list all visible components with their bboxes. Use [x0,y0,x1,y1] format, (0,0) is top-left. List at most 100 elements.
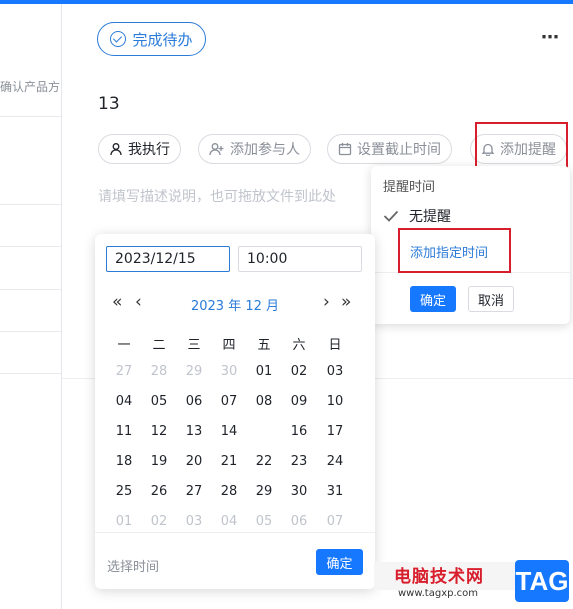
watermark-tag-logo: TAG [515,560,569,602]
calendar-day[interactable]: 01 [249,360,279,384]
calendar-day[interactable]: 13 [179,420,209,444]
calendar-day[interactable]: 14 [214,420,244,444]
reminder-highlight-box [475,122,568,172]
calendar-day[interactable]: 08 [249,390,279,414]
set-deadline-chip[interactable]: 设置截止时间 [327,134,452,164]
calendar-day-label: 29 [185,364,203,379]
calendar-day-label: 17 [326,424,344,439]
calendar-day[interactable]: 05 [144,390,174,414]
calendar-day-label: 19 [150,454,168,469]
description-input[interactable]: 请填写描述说明，也可拖放文件到此处 [98,186,336,206]
add-participant-label: 添加参与人 [230,142,300,158]
calendar-day-label: 24 [326,454,344,469]
complete-todo-button[interactable]: 完成待办 [97,22,206,56]
calendar-day[interactable]: 26 [144,480,174,504]
calendar-day[interactable]: 01 [109,510,139,534]
calendar-day-label: 18 [115,454,133,469]
calendar-day[interactable]: 23 [284,450,314,474]
calendar-day[interactable]: 18 [109,450,139,474]
add-time-highlight-box [398,228,511,273]
weekday-header: 二 [152,338,166,353]
no-reminder-option[interactable]: 无提醒 [383,206,451,226]
select-time-link[interactable]: 选择时间 [107,556,159,575]
calendar-day[interactable]: 05 [249,510,279,534]
list-row-divider [0,204,62,205]
calendar-day-label: 03 [326,364,344,379]
task-title[interactable]: 13 [98,94,120,114]
calendar-day-label: 29 [255,484,273,499]
calendar-day[interactable]: 06 [284,510,314,534]
calendar-day[interactable]: 02 [284,360,314,384]
calendar-day[interactable]: 03 [320,360,350,384]
date-picker-popup: 2023/12/15 10:00 « ‹ 2023 年 12 月 › » 一二三… [95,234,375,589]
calendar-day[interactable]: 20 [179,450,209,474]
calendar-day[interactable]: 07 [320,510,350,534]
calendar-day-label: 06 [185,394,203,409]
calendar-day-label: 25 [115,484,133,499]
calendar-day[interactable]: 21 [214,450,244,474]
calendar-day-label: 06 [290,514,308,529]
calendar-day-label: 05 [255,514,273,529]
watermark-site-name: 电脑技术网 [394,567,484,587]
calendar-day[interactable]: 24 [320,450,350,474]
calendar-day[interactable]: 30 [214,360,244,384]
weekday-header: 一 [117,338,131,353]
calendar-day[interactable]: 30 [284,480,314,504]
calendar-day[interactable]: 11 [109,420,139,444]
calendar-day[interactable]: 22 [249,450,279,474]
calendar-day[interactable]: 28 [144,360,174,384]
calendar-day[interactable]: 04 [109,390,139,414]
calendar-day[interactable]: 03 [179,510,209,534]
calendar-day-label: 09 [290,394,308,409]
calendar-day-label: 11 [115,424,133,439]
calendar-day[interactable]: 29 [249,480,279,504]
calendar-day-selected[interactable]: 15 [249,420,279,444]
calendar-day-label: 01 [115,514,133,529]
list-row-divider [0,116,62,117]
calendar-day-label: 04 [115,394,133,409]
list-column-header: 确认产品方 [0,80,61,94]
calendar-day[interactable]: 25 [109,480,139,504]
calendar-day[interactable]: 10 [320,390,350,414]
calendar-day[interactable]: 12 [144,420,174,444]
calendar-day-label: 28 [220,484,238,499]
executor-chip[interactable]: 我执行 [98,134,181,164]
set-deadline-label: 设置截止时间 [357,142,441,158]
calendar-day[interactable]: 27 [179,480,209,504]
calendar-day-label: 21 [220,454,238,469]
calendar-day-label: 12 [150,424,168,439]
calendar-day-label: 07 [220,394,238,409]
calendar-day-label: 20 [185,454,203,469]
calendar-day[interactable]: 29 [179,360,209,384]
calendar-day-label: 02 [150,514,168,529]
calendar-day-label: 28 [150,364,168,379]
calendar-day[interactable]: 19 [144,450,174,474]
calendar-day-label: 03 [185,514,203,529]
month-year-label[interactable]: 2023 年 12 月 [95,295,375,314]
weekday-header: 六 [292,338,306,353]
calendar-day-label: 05 [150,394,168,409]
more-options-icon[interactable]: ⋯ [541,29,560,47]
date-input[interactable]: 2023/12/15 [106,246,230,272]
picker-footer-separator [95,532,375,533]
time-input[interactable]: 10:00 [238,246,362,272]
calendar-day[interactable]: 16 [284,420,314,444]
calendar-day[interactable]: 28 [214,480,244,504]
next-month-icon[interactable]: › [323,292,330,312]
weekday-header: 五 [257,338,271,353]
calendar-day-label: 02 [290,364,308,379]
calendar-day[interactable]: 09 [284,390,314,414]
reminder-cancel-button[interactable]: 取消 [468,286,514,312]
date-confirm-button[interactable]: 确定 [316,549,363,575]
reminder-confirm-button[interactable]: 确定 [410,286,456,312]
reminder-popup-title: 提醒时间 [383,180,436,195]
add-participant-chip[interactable]: 添加参与人 [198,134,311,164]
calendar-day[interactable]: 27 [109,360,139,384]
calendar-day[interactable]: 04 [214,510,244,534]
calendar-day[interactable]: 06 [179,390,209,414]
calendar-day[interactable]: 31 [320,480,350,504]
next-year-icon[interactable]: » [341,292,351,312]
calendar-day[interactable]: 02 [144,510,174,534]
calendar-day[interactable]: 17 [320,420,350,444]
calendar-day[interactable]: 07 [214,390,244,414]
